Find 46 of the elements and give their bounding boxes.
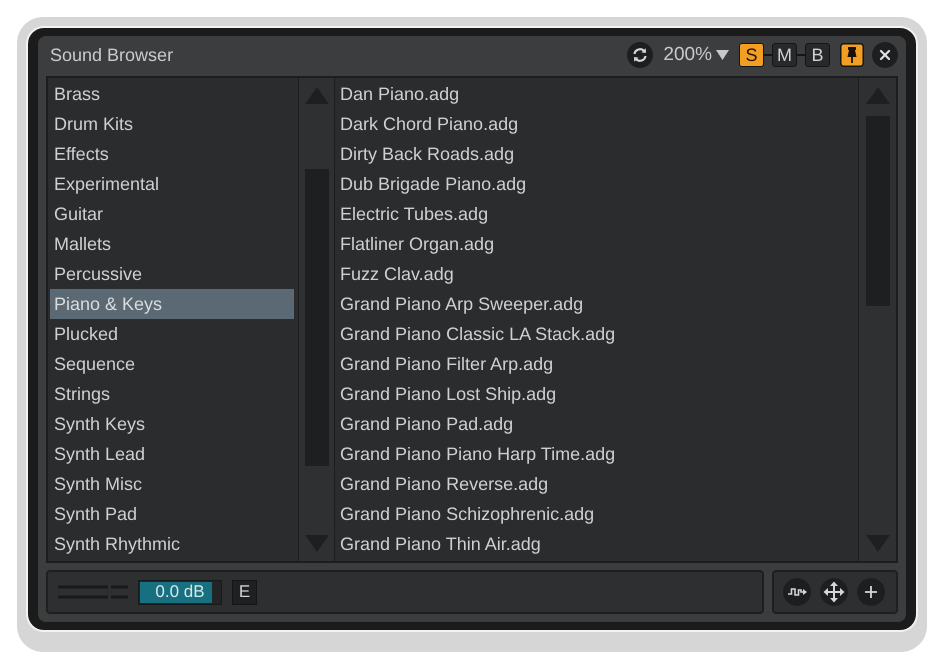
file-item[interactable]: Dub Brigade Piano.adg [336, 169, 856, 199]
zoom-dropdown[interactable]: 200% [663, 44, 729, 66]
category-item[interactable]: Synth Lead [50, 439, 294, 469]
category-item[interactable]: Plucked [50, 319, 294, 349]
category-item[interactable]: Synth Rhythmic [50, 529, 294, 559]
category-item[interactable]: Synth Pad [50, 499, 294, 529]
category-item[interactable]: Brass [50, 79, 294, 109]
file-item[interactable]: Grand Piano Filter Arp.adg [336, 349, 856, 379]
file-item[interactable]: Dark Chord Piano.adg [336, 109, 856, 139]
category-item[interactable]: Effects [50, 139, 294, 169]
file-item[interactable]: Grand Piano Arp Sweeper.adg [336, 289, 856, 319]
file-item[interactable]: Flatliner Organ.adg [336, 229, 856, 259]
file-item[interactable]: Grand Piano Thin Air.adg [336, 529, 856, 559]
category-item[interactable]: Sequence [50, 349, 294, 379]
category-item[interactable]: Guitar [50, 199, 294, 229]
volume-reading: 0.0 dB [155, 582, 205, 602]
category-item[interactable]: Piano & Keys [50, 289, 294, 319]
e-button[interactable]: E [232, 580, 257, 604]
file-item[interactable]: Fuzz Clav.adg [336, 259, 856, 289]
category-item[interactable]: Drum Kits [50, 109, 294, 139]
category-item[interactable]: Strings [50, 379, 294, 409]
caret-icon [716, 50, 729, 60]
mode-toggle[interactable]: M [772, 43, 797, 67]
volume-slider[interactable]: 0.0 dB [138, 580, 222, 604]
close-icon[interactable] [872, 42, 898, 68]
file-item[interactable]: Grand Piano Schizophrenic.adg [336, 499, 856, 529]
file-item[interactable]: Grand Piano Piano Harp Time.adg [336, 439, 856, 469]
file-item[interactable]: Grand Piano Classic LA Stack.adg [336, 319, 856, 349]
file-item[interactable]: Grand Piano Reverse.adg [336, 469, 856, 499]
file-item[interactable]: Dirty Back Roads.adg [336, 139, 856, 169]
refresh-icon[interactable] [627, 42, 654, 68]
mode-toggle[interactable]: S [739, 43, 764, 67]
mode-toggle[interactable]: B [805, 43, 830, 67]
file-item[interactable]: Grand Piano Pad.adg [336, 409, 856, 439]
file-item[interactable]: Electric Tubes.adg [336, 199, 856, 229]
category-item[interactable]: Percussive [50, 259, 294, 289]
category-item[interactable]: Experimental [50, 169, 294, 199]
pin-icon[interactable] [840, 43, 864, 67]
plus-icon[interactable] [857, 578, 885, 606]
category-item[interactable]: Mallets [50, 229, 294, 259]
window-title: Sound Browser [50, 44, 174, 66]
move-icon[interactable] [820, 578, 848, 606]
file-item[interactable]: Grand Piano Lost Ship.adg [336, 379, 856, 409]
file-item[interactable]: Dan Piano.adg [336, 79, 856, 109]
category-item[interactable]: Synth Misc [50, 469, 294, 499]
category-item[interactable]: Synth Keys [50, 409, 294, 439]
